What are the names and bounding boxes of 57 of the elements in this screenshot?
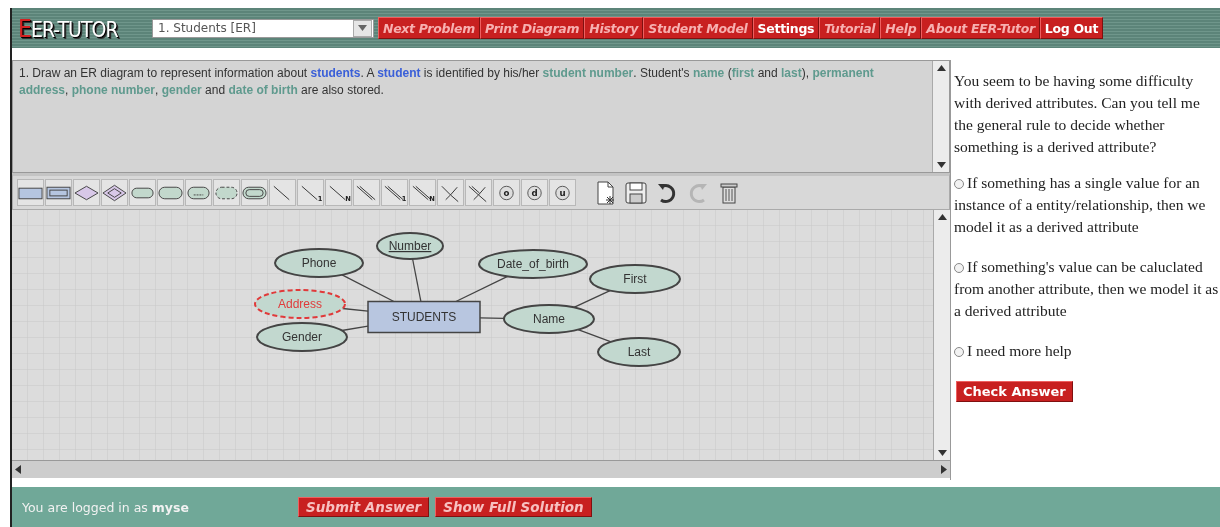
scrollbar[interactable] — [12, 460, 950, 478]
connector-line — [455, 275, 509, 303]
scroll-up-icon[interactable] — [936, 65, 946, 71]
tool-button[interactable] — [185, 179, 212, 206]
answer-option[interactable]: If something's value can be caluclated from another attribute, then we model it as a derived attribute — [954, 256, 1220, 322]
connector-line — [341, 274, 395, 303]
diamond-icon — [102, 182, 127, 203]
menu-button[interactable]: Settings — [752, 17, 820, 39]
answer-option[interactable]: If something has a single value for an instance of a entity/relationship, then we model it as a derived attribute — [954, 172, 1220, 238]
attribute-node[interactable]: Gender — [256, 322, 348, 352]
tool-button[interactable] — [437, 179, 464, 206]
logo: EER-TUTOR — [18, 14, 119, 42]
scroll-right-icon[interactable] — [941, 465, 947, 474]
tool-button[interactable] — [353, 179, 380, 206]
tool-button[interactable] — [45, 179, 72, 206]
radio-button[interactable] — [954, 263, 964, 273]
menu-button[interactable]: Log Out — [1039, 17, 1104, 39]
attribute-node[interactable]: Number — [376, 232, 444, 260]
tool-button[interactable] — [241, 179, 268, 206]
login-status: You are logged in as myse — [22, 499, 190, 515]
attribute-node[interactable]: Phone — [274, 248, 364, 278]
tool-button[interactable] — [213, 179, 240, 206]
entity-node[interactable]: STUDENTS — [367, 300, 481, 334]
scroll-left-icon[interactable] — [15, 465, 21, 474]
scroll-up-icon[interactable] — [937, 214, 947, 220]
scroll-down-icon[interactable] — [937, 450, 947, 456]
connector-line — [411, 258, 422, 303]
scrollbar[interactable] — [933, 210, 950, 460]
tool-button[interactable] — [157, 179, 184, 206]
attribute-node[interactable]: Name — [503, 304, 595, 334]
connector-line — [341, 325, 369, 332]
tool-button[interactable] — [17, 179, 44, 206]
tool-button[interactable] — [73, 179, 100, 206]
problem-statement: 1. Draw an ER diagram to represent information about students. A student is identified by his/her student number. Student's name (first and last), permanent address, phone number, gender and date of birth are also stored. — [18, 65, 875, 99]
diagram-canvas[interactable]: Number Phone Date_of_birth First Address STUDENTS Name Gender Last — [12, 210, 933, 460]
footer-button[interactable]: Submit Answer — [298, 497, 430, 517]
scrollbar[interactable] — [932, 61, 949, 172]
connector-line — [573, 289, 611, 309]
tool-button[interactable] — [101, 179, 128, 206]
attribute-node[interactable]: Last — [597, 337, 681, 367]
radio-button[interactable] — [954, 179, 964, 189]
footer-button[interactable]: Show Full Solution — [435, 497, 592, 517]
problem-dropdown[interactable]: 1. Students [ER] — [152, 18, 374, 38]
dropdown-arrow-icon — [358, 25, 367, 31]
attribute-node[interactable]: Date_of_birth — [478, 249, 588, 279]
tool-button[interactable] — [129, 179, 156, 206]
tool-button[interactable] — [269, 179, 296, 206]
tutor-question: You seem to be having some difficulty with derived attributes. Can you tell me the general rule to decide whether something is a derived attribute? — [954, 71, 1201, 157]
tool-button[interactable] — [465, 179, 492, 206]
answer-option[interactable]: I need more help — [954, 340, 1220, 362]
connector-line — [341, 307, 369, 312]
attribute-node[interactable]: First — [589, 264, 681, 294]
check-answer-button[interactable]: Check Answer — [956, 381, 1073, 402]
scroll-down-icon[interactable] — [936, 162, 946, 168]
radio-button[interactable] — [954, 347, 964, 357]
connector-line — [479, 317, 505, 319]
connector-line — [577, 329, 612, 343]
